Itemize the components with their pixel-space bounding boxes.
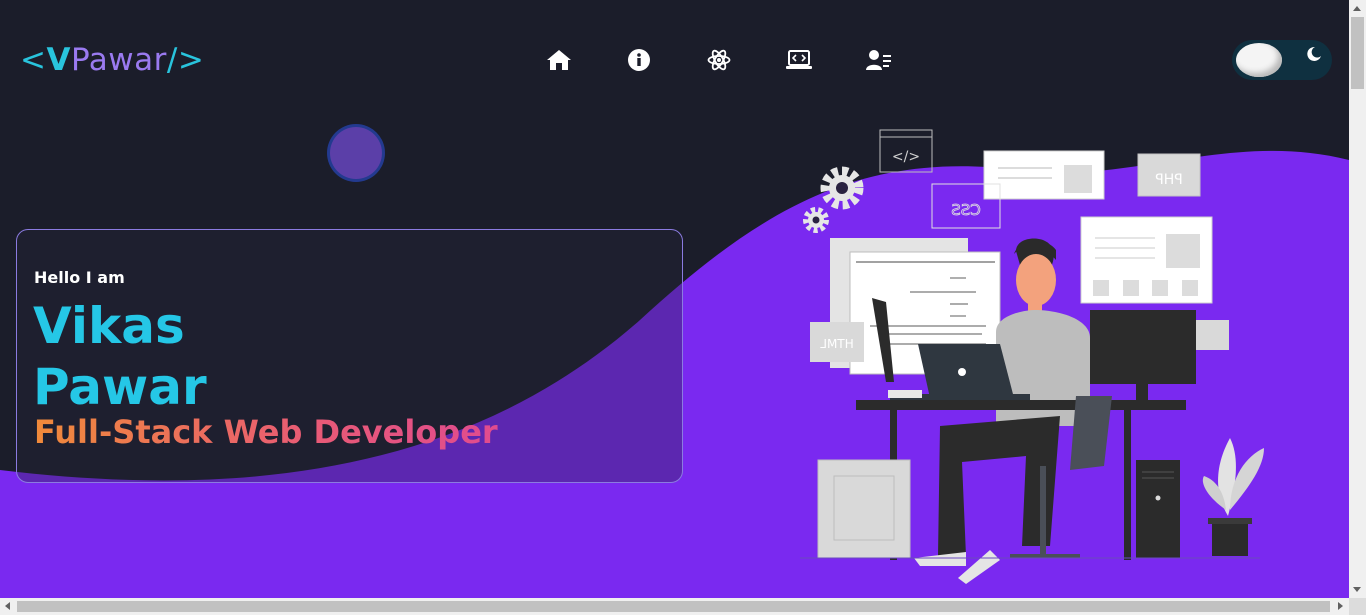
developer-illustration: </> CSS PHP HTML [800,129,1264,584]
horizontal-scroll-thumb[interactable] [17,601,1330,612]
php-tile: PHP [1137,153,1201,197]
laptop-code-icon [786,50,812,69]
hero-name-first: Vikas [33,297,185,355]
chair [1070,396,1112,470]
code-tag-window: </> [879,129,933,173]
page: <VPawar/> Hello I am Vikas Pawar Full-St… [0,0,1349,598]
horizontal-scrollbar[interactable] [0,598,1349,615]
main-nav [538,44,938,76]
logo-name: Pawar [70,42,167,78]
plant [1202,438,1264,556]
scroll-down-icon[interactable] [1353,587,1361,592]
site-logo[interactable]: <VPawar/> [20,42,204,78]
hero-greeting: Hello I am [34,268,125,287]
home-icon [547,50,571,70]
theme-toggle[interactable] [1232,40,1332,80]
moon-icon [1307,46,1321,61]
code-tag-label: </> [892,149,920,165]
desk-top [856,400,1186,410]
hero-name: Vikas Pawar [33,296,207,418]
nav-contact[interactable] [858,44,900,76]
scroll-right-icon[interactable] [1338,602,1343,610]
user-list-icon [866,50,891,70]
scroll-up-icon[interactable] [1353,6,1361,11]
html-label: HTML [820,337,854,351]
logo-initial: V [46,42,71,78]
nav-projects[interactable] [778,44,820,76]
logo-close-bracket: /> [166,42,205,78]
nav-skills[interactable] [698,44,740,76]
hero-role: Full-Stack Web Developer [34,413,498,451]
browser-window-top [983,150,1105,200]
nav-about[interactable] [618,44,660,76]
scrollbar-corner [1349,598,1366,615]
notepad [888,390,922,398]
vertical-scrollbar[interactable] [1349,0,1366,598]
css-label: CSS [951,201,981,219]
logo-open-bracket: < [20,42,47,78]
hero-card: Hello I am Vikas Pawar Full-Stack Web De… [16,229,683,483]
hero-name-last: Pawar [33,358,207,416]
php-label: PHP [1155,172,1182,188]
computer-tower [1136,460,1180,558]
scroll-left-icon[interactable] [5,602,10,610]
info-icon [628,49,650,71]
desk-leg-right [1124,410,1131,560]
toggle-knob [1236,43,1282,77]
vertical-scroll-thumb[interactable] [1351,17,1364,89]
cabinet-left [817,459,911,559]
monitor-right [1090,310,1196,402]
html-tile: HTML [810,322,864,362]
decorative-orb [330,127,382,179]
gear-icon [803,166,864,233]
browser-window-right [1080,216,1213,304]
react-atom-icon [707,49,731,71]
nav-home[interactable] [538,44,580,76]
side-tile [1196,320,1229,350]
